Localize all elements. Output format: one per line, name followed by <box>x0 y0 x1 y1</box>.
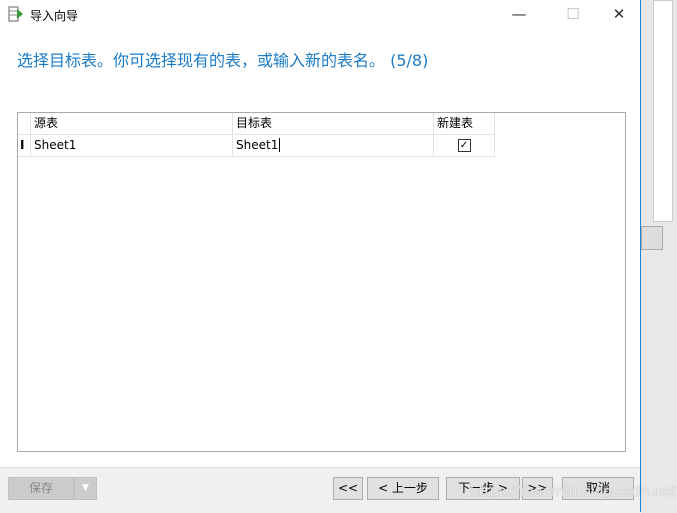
new-table-cell: ✓ <box>434 135 495 157</box>
previous-step-button[interactable]: < 上一步 <box>367 477 439 500</box>
import-wizard-icon <box>8 6 23 22</box>
grid-header: 源表 目标表 新建表 <box>18 113 495 135</box>
target-table-value: Sheet1 <box>236 138 279 152</box>
save-button[interactable]: 保存 <box>8 477 74 500</box>
first-step-button[interactable]: << <box>333 477 363 500</box>
background-button <box>641 226 663 250</box>
import-wizard-window: 导入向导 — ☐ ✕ 选择目标表。你可选择现有的表，或输入新的表名。 (5/8)… <box>0 0 641 512</box>
step-heading: 选择目标表。你可选择现有的表，或输入新的表名。 (5/8) <box>17 51 429 70</box>
text-cursor <box>279 138 281 152</box>
source-table-cell[interactable]: Sheet1 <box>31 135 233 157</box>
watermark: https://maomin.blog.csdn.net <box>470 484 677 500</box>
target-table-input[interactable]: Sheet1 <box>233 135 434 157</box>
background-panel <box>653 0 673 222</box>
table-mapping-grid: 源表 目标表 新建表 I Sheet1 Sheet1 ✓ <box>17 112 626 452</box>
row-indicator: I <box>18 135 31 157</box>
background-window <box>641 0 677 513</box>
header-indicator <box>18 113 31 135</box>
minimize-button[interactable]: — <box>496 0 542 30</box>
column-header-new-table[interactable]: 新建表 <box>434 113 495 135</box>
save-dropdown-button[interactable]: ▼ <box>74 477 97 500</box>
close-button[interactable]: ✕ <box>596 0 642 30</box>
column-header-source[interactable]: 源表 <box>31 113 233 135</box>
window-title: 导入向导 <box>30 9 79 23</box>
new-table-checkbox[interactable]: ✓ <box>457 139 471 152</box>
column-header-target[interactable]: 目标表 <box>233 113 434 135</box>
maximize-button[interactable]: ☐ <box>550 0 596 30</box>
table-row[interactable]: I Sheet1 Sheet1 ✓ <box>18 135 495 157</box>
title-bar: 导入向导 — ☐ ✕ <box>0 0 640 30</box>
